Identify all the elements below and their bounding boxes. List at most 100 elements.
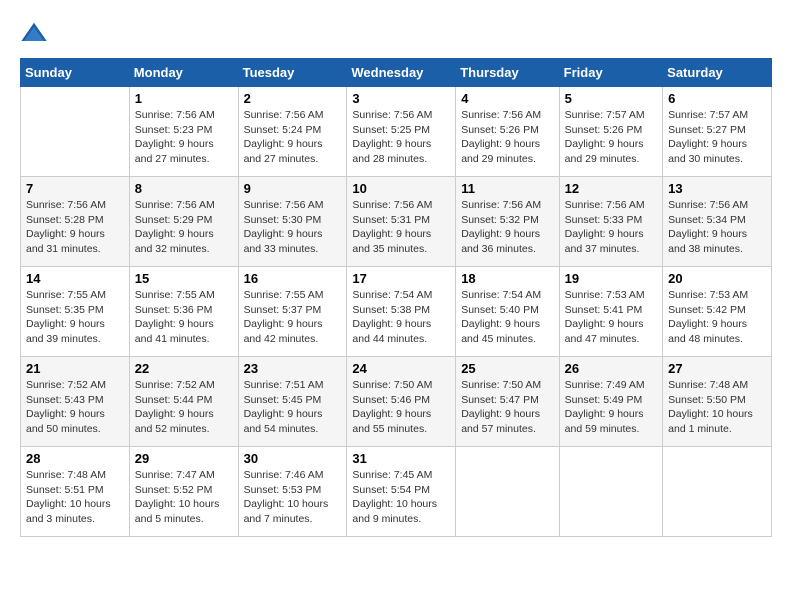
calendar-cell: 5 Sunrise: 7:57 AM Sunset: 5:26 PM Daylig… [559, 87, 662, 177]
calendar-week-row: 7 Sunrise: 7:56 AM Sunset: 5:28 PM Daylig… [21, 177, 772, 267]
calendar-cell: 12 Sunrise: 7:56 AM Sunset: 5:33 PM Dayli… [559, 177, 662, 267]
calendar-cell: 28Sunrise: 7:48 AM Sunset: 5:51 PM Dayli… [21, 447, 130, 537]
calendar-cell [21, 87, 130, 177]
calendar-cell: 23 Sunrise: 7:51 AM Sunset: 5:45 PM Dayli… [238, 357, 347, 447]
day-info: Sunrise: 7:57 AM Sunset: 5:27 PM Dayligh… [668, 108, 766, 167]
calendar-cell: 21Sunrise: 7:52 AM Sunset: 5:43 PM Dayli… [21, 357, 130, 447]
calendar-cell: 8 Sunrise: 7:56 AM Sunset: 5:29 PM Daylig… [129, 177, 238, 267]
day-number: 13 [668, 181, 766, 196]
day-number: 7 [26, 181, 124, 196]
day-number: 5 [565, 91, 657, 106]
logo [20, 20, 52, 48]
day-number: 22 [135, 361, 233, 376]
day-info: Sunrise: 7:56 AM Sunset: 5:32 PM Dayligh… [461, 198, 553, 257]
day-number: 24 [352, 361, 450, 376]
day-info: Sunrise: 7:53 AM Sunset: 5:42 PM Dayligh… [668, 288, 766, 347]
day-number: 23 [244, 361, 342, 376]
day-number: 2 [244, 91, 342, 106]
calendar-cell: 3 Sunrise: 7:56 AM Sunset: 5:25 PM Daylig… [347, 87, 456, 177]
day-info: Sunrise: 7:56 AM Sunset: 5:25 PM Dayligh… [352, 108, 450, 167]
day-info: Sunrise: 7:50 AM Sunset: 5:47 PM Dayligh… [461, 378, 553, 437]
day-number: 26 [565, 361, 657, 376]
day-number: 8 [135, 181, 233, 196]
day-number: 18 [461, 271, 553, 286]
calendar-cell: 14Sunrise: 7:55 AM Sunset: 5:35 PM Dayli… [21, 267, 130, 357]
day-info: Sunrise: 7:56 AM Sunset: 5:34 PM Dayligh… [668, 198, 766, 257]
day-number: 3 [352, 91, 450, 106]
day-number: 6 [668, 91, 766, 106]
day-info: Sunrise: 7:57 AM Sunset: 5:26 PM Dayligh… [565, 108, 657, 167]
day-number: 10 [352, 181, 450, 196]
calendar-cell: 25 Sunrise: 7:50 AM Sunset: 5:47 PM Dayli… [456, 357, 559, 447]
day-number: 12 [565, 181, 657, 196]
header-day: Tuesday [238, 59, 347, 87]
calendar-cell: 31Sunrise: 7:45 AM Sunset: 5:54 PM Dayli… [347, 447, 456, 537]
calendar-week-row: 14Sunrise: 7:55 AM Sunset: 5:35 PM Dayli… [21, 267, 772, 357]
calendar-cell: 4 Sunrise: 7:56 AM Sunset: 5:26 PM Daylig… [456, 87, 559, 177]
calendar-cell: 15Sunrise: 7:55 AM Sunset: 5:36 PM Dayli… [129, 267, 238, 357]
calendar-body: 1 Sunrise: 7:56 AM Sunset: 5:23 PM Daylig… [21, 87, 772, 537]
day-info: Sunrise: 7:53 AM Sunset: 5:41 PM Dayligh… [565, 288, 657, 347]
day-number: 1 [135, 91, 233, 106]
day-number: 29 [135, 451, 233, 466]
day-info: Sunrise: 7:52 AM Sunset: 5:43 PM Dayligh… [26, 378, 124, 437]
calendar-cell: 29Sunrise: 7:47 AM Sunset: 5:52 PM Dayli… [129, 447, 238, 537]
day-info: Sunrise: 7:52 AM Sunset: 5:44 PM Dayligh… [135, 378, 233, 437]
day-number: 17 [352, 271, 450, 286]
header-day: Thursday [456, 59, 559, 87]
calendar-header: SundayMondayTuesdayWednesdayThursdayFrid… [21, 59, 772, 87]
calendar-cell: 27Sunrise: 7:48 AM Sunset: 5:50 PM Dayli… [663, 357, 772, 447]
day-info: Sunrise: 7:56 AM Sunset: 5:26 PM Dayligh… [461, 108, 553, 167]
header-day: Wednesday [347, 59, 456, 87]
header-day: Sunday [21, 59, 130, 87]
calendar-week-row: 21Sunrise: 7:52 AM Sunset: 5:43 PM Dayli… [21, 357, 772, 447]
day-info: Sunrise: 7:55 AM Sunset: 5:36 PM Dayligh… [135, 288, 233, 347]
day-number: 16 [244, 271, 342, 286]
calendar-cell: 24 Sunrise: 7:50 AM Sunset: 5:46 PM Dayli… [347, 357, 456, 447]
day-info: Sunrise: 7:56 AM Sunset: 5:24 PM Dayligh… [244, 108, 342, 167]
day-info: Sunrise: 7:56 AM Sunset: 5:30 PM Dayligh… [244, 198, 342, 257]
calendar-cell: 6 Sunrise: 7:57 AM Sunset: 5:27 PM Daylig… [663, 87, 772, 177]
day-number: 14 [26, 271, 124, 286]
calendar-cell [663, 447, 772, 537]
calendar-cell: 9 Sunrise: 7:56 AM Sunset: 5:30 PM Daylig… [238, 177, 347, 267]
calendar-cell [559, 447, 662, 537]
day-info: Sunrise: 7:56 AM Sunset: 5:31 PM Dayligh… [352, 198, 450, 257]
calendar-cell: 22 Sunrise: 7:52 AM Sunset: 5:44 PM Dayli… [129, 357, 238, 447]
day-number: 11 [461, 181, 553, 196]
calendar-week-row: 28Sunrise: 7:48 AM Sunset: 5:51 PM Dayli… [21, 447, 772, 537]
day-info: Sunrise: 7:56 AM Sunset: 5:28 PM Dayligh… [26, 198, 124, 257]
calendar-cell: 10 Sunrise: 7:56 AM Sunset: 5:31 PM Dayli… [347, 177, 456, 267]
header-day: Saturday [663, 59, 772, 87]
calendar-cell: 17 Sunrise: 7:54 AM Sunset: 5:38 PM Dayli… [347, 267, 456, 357]
calendar-week-row: 1 Sunrise: 7:56 AM Sunset: 5:23 PM Daylig… [21, 87, 772, 177]
day-info: Sunrise: 7:48 AM Sunset: 5:50 PM Dayligh… [668, 378, 766, 437]
day-number: 20 [668, 271, 766, 286]
day-info: Sunrise: 7:56 AM Sunset: 5:29 PM Dayligh… [135, 198, 233, 257]
day-info: Sunrise: 7:54 AM Sunset: 5:40 PM Dayligh… [461, 288, 553, 347]
day-info: Sunrise: 7:56 AM Sunset: 5:23 PM Dayligh… [135, 108, 233, 167]
day-number: 19 [565, 271, 657, 286]
day-number: 25 [461, 361, 553, 376]
calendar-cell: 2 Sunrise: 7:56 AM Sunset: 5:24 PM Daylig… [238, 87, 347, 177]
day-info: Sunrise: 7:50 AM Sunset: 5:46 PM Dayligh… [352, 378, 450, 437]
calendar-cell: 26Sunrise: 7:49 AM Sunset: 5:49 PM Dayli… [559, 357, 662, 447]
day-info: Sunrise: 7:55 AM Sunset: 5:37 PM Dayligh… [244, 288, 342, 347]
calendar-cell [456, 447, 559, 537]
day-info: Sunrise: 7:51 AM Sunset: 5:45 PM Dayligh… [244, 378, 342, 437]
day-number: 4 [461, 91, 553, 106]
calendar-cell: 16 Sunrise: 7:55 AM Sunset: 5:37 PM Dayli… [238, 267, 347, 357]
calendar-cell: 1 Sunrise: 7:56 AM Sunset: 5:23 PM Daylig… [129, 87, 238, 177]
day-number: 9 [244, 181, 342, 196]
day-info: Sunrise: 7:56 AM Sunset: 5:33 PM Dayligh… [565, 198, 657, 257]
calendar-cell: 20 Sunrise: 7:53 AM Sunset: 5:42 PM Dayli… [663, 267, 772, 357]
calendar-cell: 18 Sunrise: 7:54 AM Sunset: 5:40 PM Dayli… [456, 267, 559, 357]
calendar-table: SundayMondayTuesdayWednesdayThursdayFrid… [20, 58, 772, 537]
day-info: Sunrise: 7:54 AM Sunset: 5:38 PM Dayligh… [352, 288, 450, 347]
calendar-cell: 19 Sunrise: 7:53 AM Sunset: 5:41 PM Dayli… [559, 267, 662, 357]
header-day: Monday [129, 59, 238, 87]
day-info: Sunrise: 7:46 AM Sunset: 5:53 PM Dayligh… [244, 468, 342, 527]
header-day: Friday [559, 59, 662, 87]
calendar-cell: 11 Sunrise: 7:56 AM Sunset: 5:32 PM Dayli… [456, 177, 559, 267]
day-number: 31 [352, 451, 450, 466]
